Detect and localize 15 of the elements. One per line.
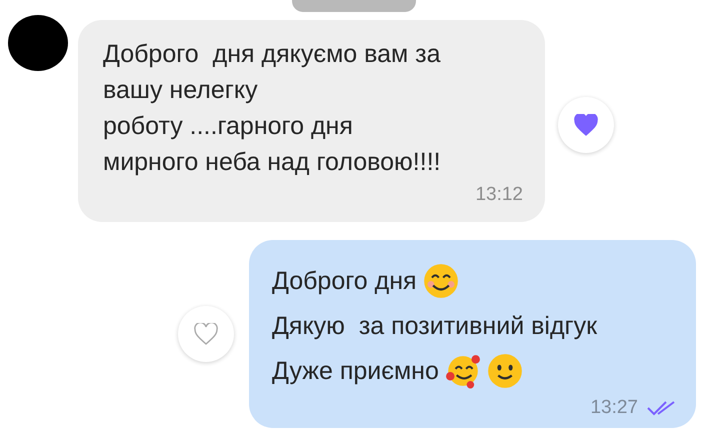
message-text: Дякую за позитивний відгук	[272, 310, 598, 342]
like-button[interactable]	[178, 306, 234, 362]
smiling-face-icon	[422, 262, 459, 298]
message-text: Доброго дня дякуємо вам за вашу нелегку роботу ....гарного дня мирного неба над головою!!!!	[103, 39, 442, 178]
message-bubble[interactable]: Доброго дня дякуємо вам за вашу нелегку роботу ....гарного дня мирного неба над головою!!!! 13:12	[78, 20, 545, 222]
message-bubble[interactable]: Доброго дня Дякую за позитивний відгук Дуже приємно 13:27	[249, 240, 696, 428]
heart-icon	[574, 114, 598, 136]
message-text: Доброго дня	[272, 266, 417, 296]
smiling-face-icon	[486, 352, 523, 388]
message-text: Дуже приємно	[272, 356, 439, 386]
face-with-hearts-icon	[444, 352, 481, 388]
message-time: 13:27	[590, 397, 638, 419]
like-button[interactable]	[558, 97, 614, 153]
heart-icon	[194, 323, 218, 345]
message-time: 13:12	[475, 184, 523, 206]
